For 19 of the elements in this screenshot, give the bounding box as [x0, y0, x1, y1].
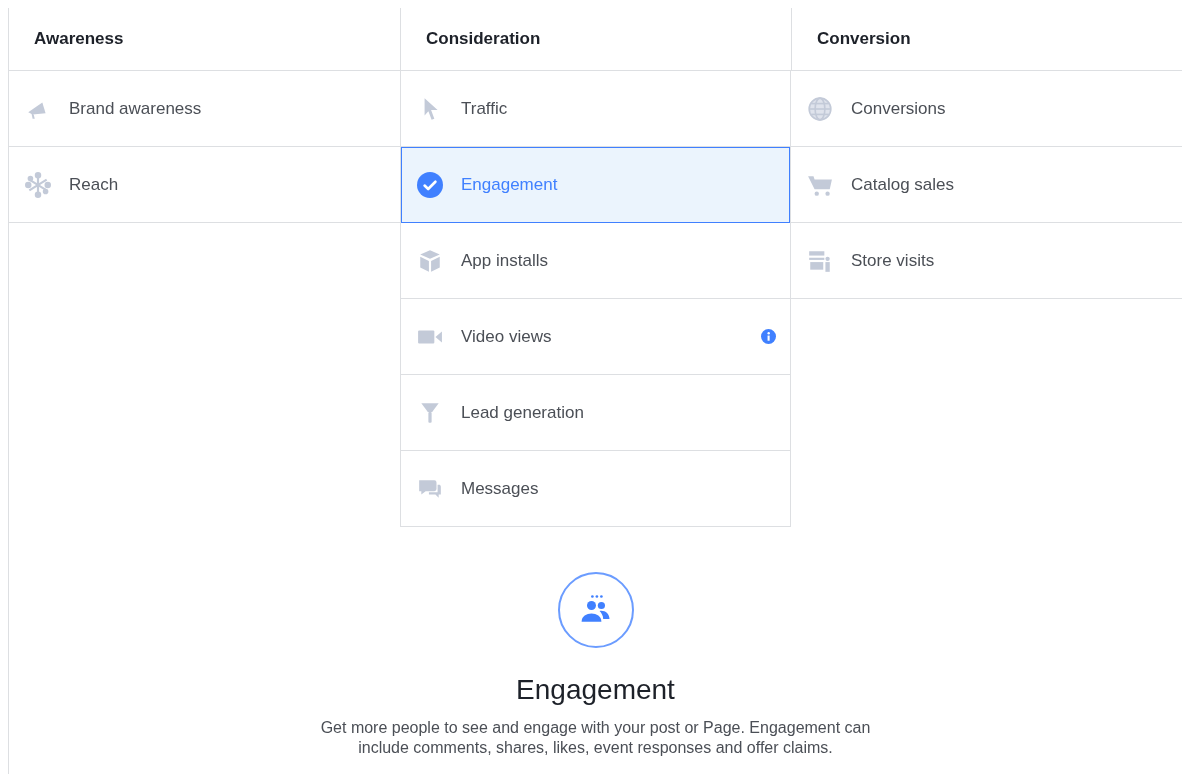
cube-icon	[417, 247, 443, 274]
column-heading: Awareness	[34, 29, 124, 49]
network-icon	[25, 171, 51, 198]
objective-option[interactable]: App installs	[401, 223, 790, 299]
column-heading: Conversion	[817, 29, 911, 49]
objective-option[interactable]: Store visits	[791, 223, 1182, 299]
objective-option[interactable]: Reach	[9, 147, 400, 223]
checkmark-icon	[417, 171, 443, 198]
objective-option[interactable]: Catalog sales	[791, 147, 1182, 223]
info-icon[interactable]	[761, 329, 776, 344]
objective-description: Get more people to see and engage with your post or Page. Engagement can include comments, shares, likes, event responses and offer claims.	[319, 718, 872, 758]
objective-option[interactable]: Brand awareness	[9, 71, 400, 147]
objective-option[interactable]: Conversions	[791, 71, 1182, 147]
objective-option[interactable]: Lead generation	[401, 375, 790, 451]
objective-option[interactable]: Video views	[401, 299, 790, 375]
column-heading: Consideration	[426, 29, 541, 49]
globe-icon	[807, 95, 833, 122]
objective-title: Engagement	[516, 674, 675, 706]
objective-option[interactable]: Messages	[401, 451, 790, 527]
